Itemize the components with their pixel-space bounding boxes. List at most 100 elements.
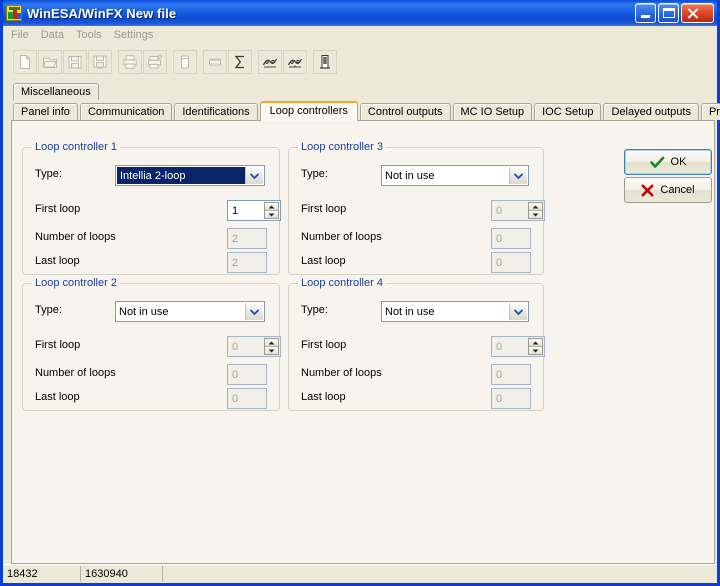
spin-down-icon[interactable] [529, 347, 542, 354]
tab-delayed-outputs[interactable]: Delayed outputs [603, 103, 699, 120]
first-loop-spinner-1[interactable]: 1 [227, 200, 281, 221]
menu-item-file[interactable]: File [11, 28, 37, 43]
spin-down-icon[interactable] [265, 347, 278, 354]
spinner-buttons[interactable] [264, 202, 279, 219]
last-loop-label: Last loop [35, 391, 80, 403]
app-icon [6, 5, 22, 21]
tab-control-outputs[interactable]: Control outputs [359, 103, 451, 120]
tab-mc-io-setup[interactable]: MC IO Setup [452, 103, 533, 120]
number-of-loops-label: Number of loops [301, 367, 382, 379]
spin-up-icon[interactable] [529, 339, 542, 347]
group-loop-controller-2: Loop controller 2 Type: Not in use First… [22, 277, 281, 411]
first-loop-value: 0 [496, 340, 503, 353]
menu-bar: File Data Tools Settings [3, 26, 717, 45]
tab-ioc-setup[interactable]: IOC Setup [534, 103, 602, 120]
loop-network-alt-icon[interactable] [283, 50, 307, 74]
type-combo-1[interactable]: Intellia 2-loop [115, 165, 265, 186]
group-legend: Loop controller 3 [298, 141, 386, 153]
tab-miscellaneous[interactable]: Miscellaneous [13, 83, 99, 100]
status-bar: 18432 1630940 [3, 564, 717, 583]
type-label: Type: [35, 168, 62, 180]
last-loop-label: Last loop [35, 255, 80, 267]
status-cell-3 [163, 566, 717, 582]
tab-loop-controllers[interactable]: Loop controllers [259, 101, 358, 121]
first-loop-value: 0 [232, 340, 239, 353]
last-loop-field-1: 2 [227, 252, 267, 273]
panel-device-icon[interactable] [173, 50, 197, 74]
chevron-down-icon[interactable] [245, 303, 263, 320]
number-of-loops-label: Number of loops [35, 367, 116, 379]
type-combo-4[interactable]: Not in use [381, 301, 529, 322]
tab-panel-info[interactable]: Panel info [13, 103, 78, 120]
tower-chart-icon[interactable] [313, 50, 337, 74]
group-loop-controller-3: Loop controller 3 Type: Not in use First… [288, 141, 545, 275]
last-loop-label: Last loop [301, 255, 346, 267]
first-loop-label: First loop [301, 203, 347, 215]
toolbar [3, 45, 717, 79]
first-loop-value: 0 [496, 204, 503, 217]
number-of-loops-field-2: 0 [227, 364, 267, 385]
chevron-down-icon[interactable] [245, 167, 263, 184]
chevron-down-icon[interactable] [509, 167, 527, 184]
type-combo-value: Not in use [385, 169, 435, 182]
group-legend: Loop controller 2 [32, 277, 120, 289]
type-label: Type: [35, 304, 62, 316]
minimize-button[interactable] [635, 3, 656, 23]
close-button[interactable] [681, 3, 714, 23]
type-label: Type: [301, 168, 328, 180]
tab-identifications[interactable]: Identifications [174, 103, 258, 120]
spin-up-icon[interactable] [529, 203, 542, 211]
maximize-button[interactable] [658, 3, 679, 23]
type-combo-3[interactable]: Not in use [381, 165, 529, 186]
ok-button[interactable]: OK [624, 149, 712, 175]
menu-item-settings[interactable]: Settings [114, 28, 162, 43]
last-loop-field-3: 0 [491, 252, 531, 273]
spinner-buttons[interactable] [528, 202, 543, 219]
tab-row-primary: Miscellaneous [11, 81, 717, 100]
first-loop-value: 1 [232, 204, 239, 217]
menu-item-data[interactable]: Data [41, 28, 72, 43]
save-as-icon[interactable] [88, 50, 112, 74]
loop-network-icon[interactable] [258, 50, 282, 74]
type-combo-value: Intellia 2-loop [117, 167, 245, 184]
status-cell-2: 1630940 [81, 566, 163, 582]
group-legend: Loop controller 4 [298, 277, 386, 289]
tab-strip: Miscellaneous Panel info Communication I… [3, 79, 720, 121]
print-icon[interactable] [118, 50, 142, 74]
tab-communication[interactable]: Communication [79, 103, 173, 120]
spinner-buttons[interactable] [528, 338, 543, 355]
sigma-sum-icon[interactable] [228, 50, 252, 74]
group-loop-controller-1: Loop controller 1 Type: Intellia 2-loop … [22, 141, 281, 275]
first-loop-label: First loop [35, 339, 81, 351]
tab-print-and-log[interactable]: Print and Log [700, 103, 720, 120]
type-combo-2[interactable]: Not in use [115, 301, 265, 322]
cancel-button[interactable]: Cancel [624, 177, 712, 203]
checkmark-icon [649, 156, 664, 168]
last-loop-field-2: 0 [227, 388, 267, 409]
title-bar[interactable]: WinESA/WinFX New file [3, 0, 717, 26]
spin-down-icon[interactable] [529, 211, 542, 218]
first-loop-spinner-2[interactable]: 0 [227, 336, 281, 357]
x-mark-icon [641, 184, 654, 196]
chevron-down-icon[interactable] [509, 303, 527, 320]
open-folder-icon[interactable] [38, 50, 62, 74]
spin-down-icon[interactable] [265, 211, 278, 218]
spin-up-icon[interactable] [265, 203, 278, 211]
application-window: WinESA/WinFX New file File Data Tools Se… [0, 0, 720, 586]
number-of-loops-field-3: 0 [491, 228, 531, 249]
first-loop-spinner-3[interactable]: 0 [491, 200, 545, 221]
window-controls [635, 3, 714, 23]
print-setup-icon[interactable] [143, 50, 167, 74]
cancel-button-label: Cancel [660, 184, 695, 196]
spinner-buttons[interactable] [264, 338, 279, 355]
first-loop-spinner-4[interactable]: 0 [491, 336, 545, 357]
spin-up-icon[interactable] [265, 339, 278, 347]
type-combo-value: Not in use [119, 305, 169, 318]
first-loop-label: First loop [301, 339, 347, 351]
new-file-icon[interactable] [13, 50, 37, 74]
keyboard-icon[interactable] [203, 50, 227, 74]
last-loop-label: Last loop [301, 391, 346, 403]
number-of-loops-field-1: 2 [227, 228, 267, 249]
save-icon[interactable] [63, 50, 87, 74]
menu-item-tools[interactable]: Tools [76, 28, 110, 43]
